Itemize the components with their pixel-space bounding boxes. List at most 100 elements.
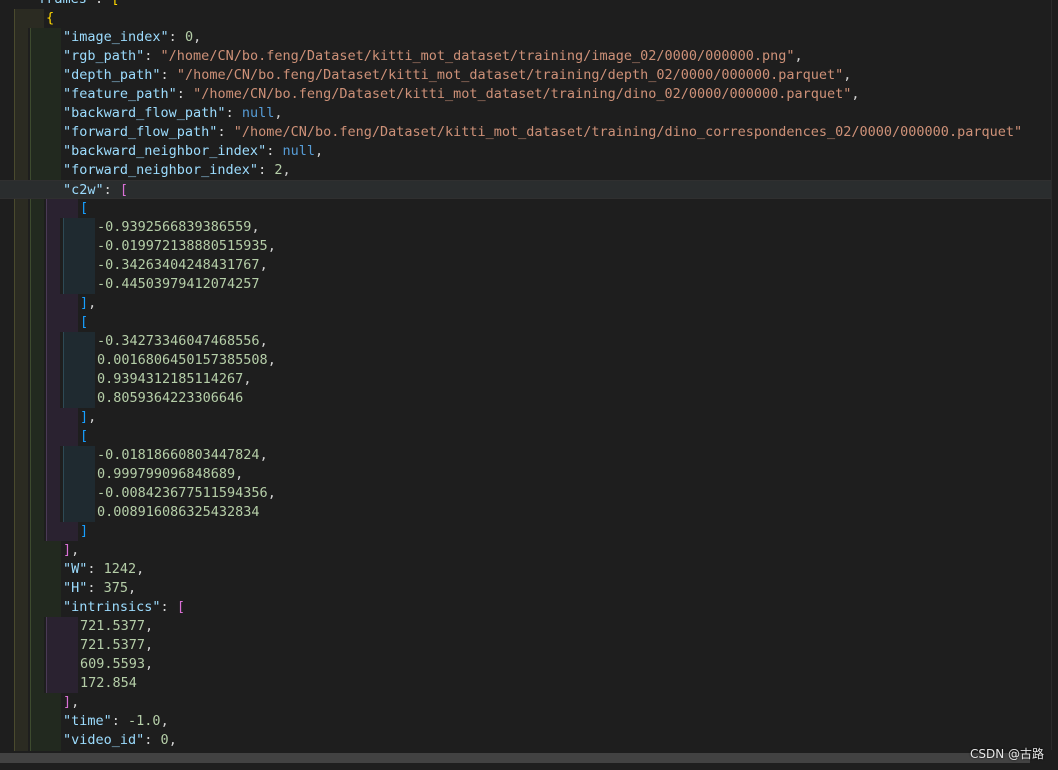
code-token: [ [176,599,185,615]
code-token: null [282,143,315,159]
code-editor[interactable]: "frames": [{"image_index": 0,"rgb_path":… [0,0,1058,770]
code-token: : [144,732,161,748]
code-token: -0.008423677511594356 [97,485,268,501]
code-token: : [160,599,177,615]
indent-guide [30,199,44,218]
code-token: : [176,86,194,102]
code-token: "/home/CN/bo.feng/Dataset/kitti_mot_data… [193,86,852,102]
vertical-scrollbar[interactable] [1051,0,1058,750]
indent-guide [46,351,60,370]
indent-guide [46,484,60,503]
code-token: "H" [63,580,88,596]
code-token: : [111,713,129,729]
code-token: , [235,466,244,482]
indent-guide [63,332,95,351]
indent-guide [46,199,78,218]
code-token: : [103,182,120,198]
indent-guide [30,598,61,617]
code-token: , [259,447,268,463]
code-token: , [251,219,260,235]
indent-guide [46,446,60,465]
indent-guide [30,370,44,389]
code-token: [ [119,182,129,198]
code-token: 375 [103,580,129,596]
code-token: "/home/CN/bo.feng/Dataset/kitti_mot_data… [160,48,795,64]
indent-guide [30,351,44,370]
indent-guide [63,237,95,256]
indent-guide [30,484,44,503]
indent-guide [14,408,28,427]
indent-guide [14,465,28,484]
code-line-content: 172.854 [80,674,137,693]
indent-guide [30,256,44,275]
code-token: -0.34273346047468556 [97,333,260,349]
code-token: , [267,352,276,368]
indent-guide [30,731,61,750]
indent-guide [14,9,44,28]
code-token: , [145,618,154,634]
indent-guide [46,408,78,427]
code-line-content: "time": -1.0, [63,712,169,731]
indent-guide [30,313,44,332]
code-line-content: -0.019972138880515935, [97,237,276,256]
code-line-content: "depth_path": "/home/CN/bo.feng/Dataset/… [63,66,851,85]
indent-guide [14,541,28,560]
indent-guide [30,712,61,731]
code-token: 0.9394312185114267 [97,371,244,387]
indent-guide [14,351,28,370]
indent-guide [14,427,28,446]
code-token: 609.5593 [80,656,146,672]
code-line-content: "video_id": 0, [63,731,177,750]
indent-guide [14,218,28,237]
code-token: , [843,67,852,83]
indent-guide [30,541,61,560]
code-token: , [267,238,276,254]
code-token: , [259,333,268,349]
code-line-content: 0.999799096848689, [97,465,243,484]
code-line-content: 0.0016806450157385508, [97,351,276,370]
code-line-content: -0.008423677511594356, [97,484,276,503]
indent-guide [14,142,28,161]
horizontal-scrollbar-thumb[interactable] [0,753,1030,763]
code-token: , [851,86,860,102]
code-token: , [282,162,291,178]
code-token: "intrinsics" [63,599,161,615]
code-token: , [145,637,154,653]
code-line-content: -0.01818660803447824, [97,446,268,465]
code-line-content: "intrinsics": [ [63,598,185,617]
code-token: -0.34263404248431767 [97,257,260,273]
indent-guide [30,636,44,655]
horizontal-scrollbar[interactable] [0,751,1058,765]
code-token: ] [80,295,89,311]
code-line-content: -0.34273346047468556, [97,332,268,351]
code-line-content: "backward_flow_path": null, [63,104,282,123]
indent-guide [14,560,28,579]
code-token: ] [63,542,72,558]
indent-guide [30,28,61,47]
code-token: , [243,371,252,387]
indent-guide [63,351,95,370]
indent-guide [63,484,95,503]
indent-guide [14,161,28,180]
indent-guide [14,28,28,47]
indent-guide [30,142,61,161]
indent-guide [30,693,61,712]
code-token: 0.999799096848689 [97,466,236,482]
indent-guide [30,218,44,237]
indent-guide [30,617,44,636]
code-token: : [225,105,242,121]
indent-guide [14,66,28,85]
indent-guide [46,237,60,256]
code-token: , [128,580,137,596]
indent-guide [63,275,95,294]
indent-guide [14,332,28,351]
indent-guide [30,123,61,142]
indent-guide [14,313,28,332]
code-line-content: "frames": [ [30,0,119,9]
code-line[interactable]: "c2w": [ [0,180,1058,199]
code-line-content: ], [63,541,79,560]
indent-guide [14,199,28,218]
indent-guide [30,408,44,427]
indent-guide [14,693,28,712]
indent-guide [30,522,44,541]
